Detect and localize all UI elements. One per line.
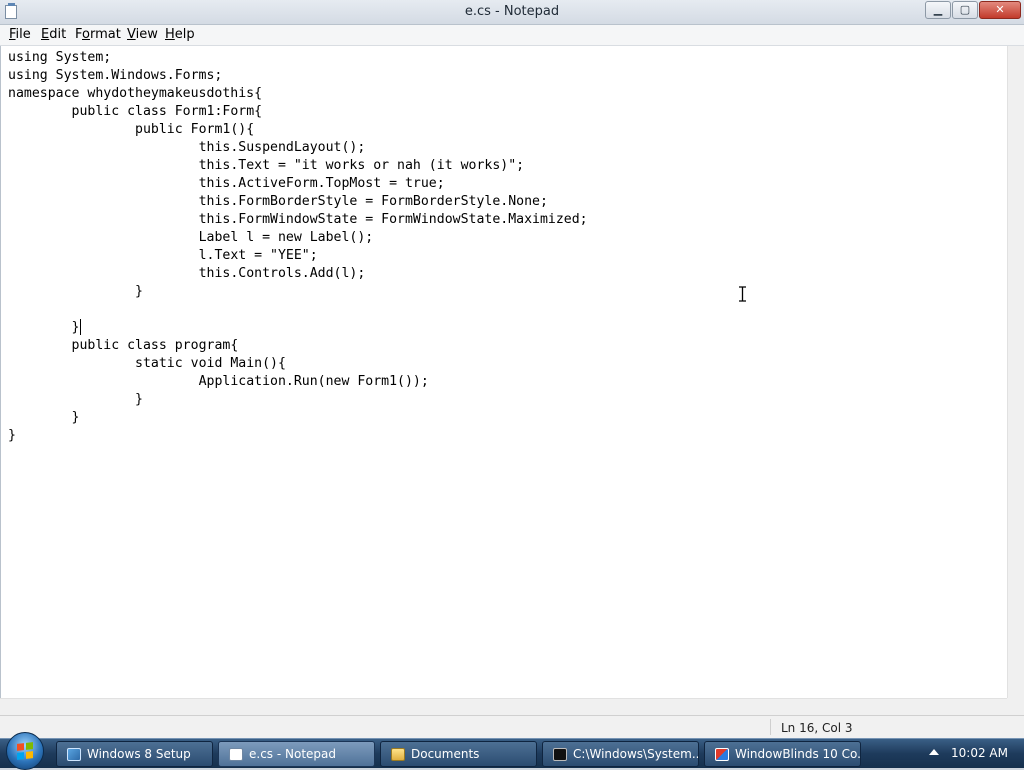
taskbar-item-windows-8-setup[interactable]: Windows 8 Setup [56,741,213,767]
horizontal-scrollbar[interactable] [0,698,1007,715]
windows-logo-icon [17,742,33,760]
folder-icon [391,748,405,761]
scroll-corner [1007,698,1024,715]
vertical-scrollbar[interactable] [1007,46,1024,698]
menu-help[interactable]: Help [165,27,195,42]
taskbar: Windows 8 Setup e.cs - Notepad Documents… [0,732,1024,770]
setup-icon [67,748,81,761]
minimize-button[interactable]: ▁ [925,1,951,19]
show-hidden-icons-arrow-icon[interactable] [929,749,939,755]
maximize-button[interactable]: ▢ [952,1,978,19]
windowblinds-icon [715,748,729,761]
menu-format[interactable]: Format [75,27,121,42]
title-bar[interactable]: e.cs - Notepad ▁ ▢ ✕ [0,0,1024,25]
taskbar-clock[interactable]: 10:02 AM [951,746,1008,760]
cursor-position: Ln 16, Col 3 [781,721,853,735]
status-divider [770,719,771,735]
window-title: e.cs - Notepad [464,4,560,19]
taskbar-item-documents[interactable]: Documents [380,741,537,767]
taskbar-item-notepad[interactable]: e.cs - Notepad [218,741,375,767]
cmd-icon [553,748,567,761]
close-button[interactable]: ✕ [979,1,1021,19]
menu-file[interactable]: File [9,27,31,42]
menu-view[interactable]: View [127,27,158,42]
taskbar-item-command-prompt[interactable]: C:\Windows\System... [542,741,699,767]
menu-edit[interactable]: Edit [41,27,66,42]
menu-bar: File Edit Format View Help [0,25,1024,46]
status-bar: Ln 16, Col 3 [0,715,1024,738]
text-caret [80,319,81,335]
text-editor-area[interactable]: using System; using System.Windows.Forms… [0,46,1007,698]
taskbar-item-windowblinds[interactable]: WindowBlinds 10 Co... [704,741,861,767]
editor-text[interactable]: using System; using System.Windows.Forms… [8,49,588,445]
start-button[interactable] [6,732,44,770]
notepad-icon [229,748,243,761]
ibeam-cursor-icon [739,286,746,302]
